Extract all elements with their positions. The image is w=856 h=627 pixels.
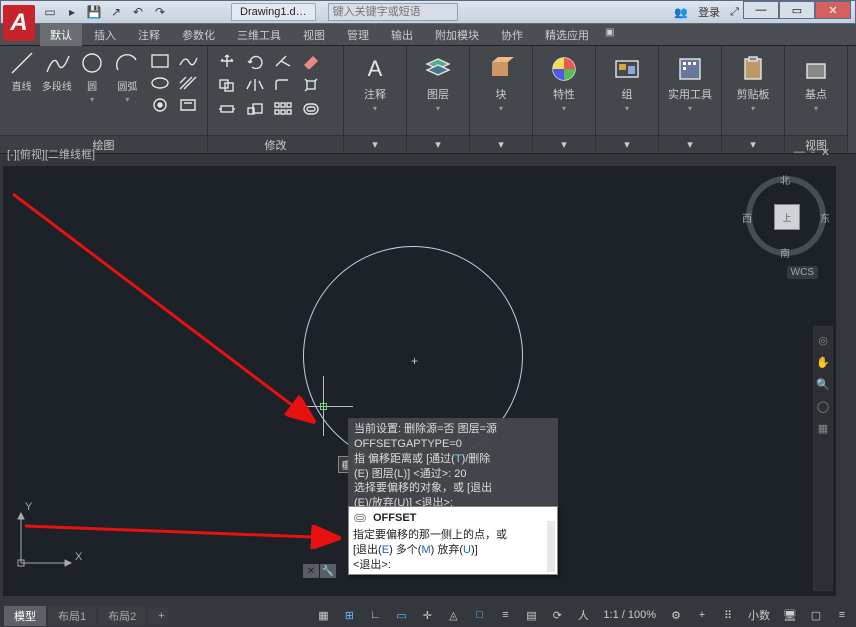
- array-icon[interactable]: [270, 98, 296, 120]
- hatch-icon[interactable]: [175, 72, 201, 94]
- tab-parametric[interactable]: 参数化: [172, 24, 225, 46]
- tab-manage[interactable]: 管理: [337, 24, 379, 46]
- maximize-button[interactable]: ▭: [779, 1, 815, 19]
- move-icon[interactable]: [214, 50, 240, 72]
- status-cycling-icon[interactable]: ⟳: [547, 606, 567, 624]
- group-button[interactable]: 组▾: [602, 50, 652, 113]
- status-annomon-icon[interactable]: 人: [573, 606, 593, 624]
- signin-link[interactable]: 登录: [698, 4, 720, 20]
- circle-button[interactable]: 圆▾: [77, 50, 108, 104]
- ribbon-tabs: 默认 插入 注释 参数化 三维工具 视图 管理 输出 附加模块 协作 精选应用 …: [0, 24, 856, 46]
- arc-button[interactable]: 圆弧▾: [112, 50, 143, 104]
- copy-icon[interactable]: [214, 74, 240, 96]
- erase-icon[interactable]: [298, 50, 324, 72]
- ellipse-icon[interactable]: [147, 72, 173, 94]
- svg-text:A: A: [368, 56, 383, 81]
- people-icon[interactable]: 👥: [674, 6, 688, 19]
- qat-open-icon[interactable]: ▸: [65, 5, 79, 19]
- vp-close-icon[interactable]: ✕: [821, 146, 830, 159]
- tab-addins[interactable]: 附加模块: [425, 24, 489, 46]
- qat-saveas-icon[interactable]: ↗: [109, 5, 123, 19]
- tab-featured[interactable]: 精选应用: [535, 24, 599, 46]
- stretch-icon[interactable]: [214, 98, 240, 120]
- tab-collab[interactable]: 协作: [491, 24, 533, 46]
- tab-model[interactable]: 模型: [4, 606, 46, 626]
- status-osnap-icon[interactable]: □: [469, 606, 489, 624]
- spline-icon[interactable]: [175, 50, 201, 72]
- status-ortho-icon[interactable]: ▭: [391, 606, 411, 624]
- status-ws-icon[interactable]: ⠿: [718, 606, 738, 624]
- exchange-icon[interactable]: ⤢: [730, 6, 739, 19]
- region-icon[interactable]: [175, 94, 201, 116]
- block-button[interactable]: 块▾: [476, 50, 526, 113]
- drawing-viewport[interactable]: + 垂足 上 北 东 南 西 WCS ◎ ✋ 🔍 ◯ ▦ 当前设置: 删除源=否…: [3, 166, 836, 596]
- tab-view[interactable]: 视图: [293, 24, 335, 46]
- close-button[interactable]: ✕: [815, 1, 851, 19]
- trim-icon[interactable]: [270, 50, 296, 72]
- qat-save-icon[interactable]: 💾: [87, 5, 101, 19]
- status-scale[interactable]: 1:1 / 100%: [599, 609, 660, 621]
- annotate-button[interactable]: A注释▾: [350, 50, 400, 113]
- status-transparency-icon[interactable]: ▤: [521, 606, 541, 624]
- viewport-label[interactable]: [-][俯视][二维线框]: [7, 146, 95, 162]
- status-bar: ▦ ⊞ ∟ ▭ ✛ ◬ □ ≡ ▤ ⟳ 人 1:1 / 100% ⚙ + ⠿ 小…: [313, 605, 852, 625]
- properties-button[interactable]: 特性▾: [539, 50, 589, 113]
- status-custom-icon[interactable]: ≡: [832, 606, 852, 624]
- minimize-button[interactable]: —: [743, 1, 779, 19]
- status-units[interactable]: 小数: [744, 607, 774, 623]
- utilities-button[interactable]: 实用工具▾: [665, 50, 715, 113]
- line-button[interactable]: 直线: [6, 50, 37, 93]
- fillet-icon[interactable]: [270, 74, 296, 96]
- polyline-button[interactable]: 多段线: [41, 50, 72, 93]
- vp-restore-icon[interactable]: ▫: [811, 146, 815, 159]
- qat-undo-icon[interactable]: ↶: [131, 5, 145, 19]
- app-logo[interactable]: A: [3, 5, 35, 41]
- status-monitor-icon[interactable]: 🖥: [780, 606, 800, 624]
- vp-minimize-icon[interactable]: —: [794, 146, 805, 159]
- status-iso-icon[interactable]: ◬: [443, 606, 463, 624]
- status-model-icon[interactable]: ▦: [313, 606, 333, 624]
- status-grid-icon[interactable]: ⊞: [339, 606, 359, 624]
- tab-play-icon[interactable]: ▣: [605, 27, 621, 43]
- explode-icon[interactable]: [298, 74, 324, 96]
- rotate-icon[interactable]: [242, 50, 268, 72]
- tab-output[interactable]: 输出: [381, 24, 423, 46]
- add-layout-button[interactable]: +: [148, 608, 168, 624]
- tab-annotate[interactable]: 注释: [128, 24, 170, 46]
- qat-redo-icon[interactable]: ↷: [153, 5, 167, 19]
- layer-button[interactable]: 图层▾: [413, 50, 463, 113]
- tab-default[interactable]: 默认: [40, 24, 82, 46]
- tab-layout2[interactable]: 布局2: [98, 606, 146, 626]
- status-polar-icon[interactable]: ✛: [417, 606, 437, 624]
- status-lwt-icon[interactable]: ≡: [495, 606, 515, 624]
- clipboard-button[interactable]: 剪贴板▾: [728, 50, 778, 113]
- tab-layout1[interactable]: 布局1: [48, 606, 96, 626]
- modify-panel-title[interactable]: 修改: [208, 135, 343, 153]
- basepoint-button[interactable]: 基点▾: [791, 50, 841, 113]
- filename-tab[interactable]: Drawing1.d…: [231, 3, 316, 21]
- point-icon[interactable]: [147, 94, 173, 116]
- tab-insert[interactable]: 插入: [84, 24, 126, 46]
- status-addscale-icon[interactable]: +: [692, 606, 712, 624]
- offset-icon[interactable]: [298, 98, 324, 120]
- status-snap-icon[interactable]: ∟: [365, 606, 385, 624]
- search-input[interactable]: [328, 3, 458, 21]
- tab-3dtools[interactable]: 三维工具: [227, 24, 291, 46]
- mirror-icon[interactable]: [242, 74, 268, 96]
- rectangle-icon[interactable]: [147, 50, 173, 72]
- status-gear-icon[interactable]: ⚙: [666, 606, 686, 624]
- scale-icon[interactable]: [242, 98, 268, 120]
- status-clean-icon[interactable]: ▢: [806, 606, 826, 624]
- qat-new-icon[interactable]: ▭: [43, 5, 57, 19]
